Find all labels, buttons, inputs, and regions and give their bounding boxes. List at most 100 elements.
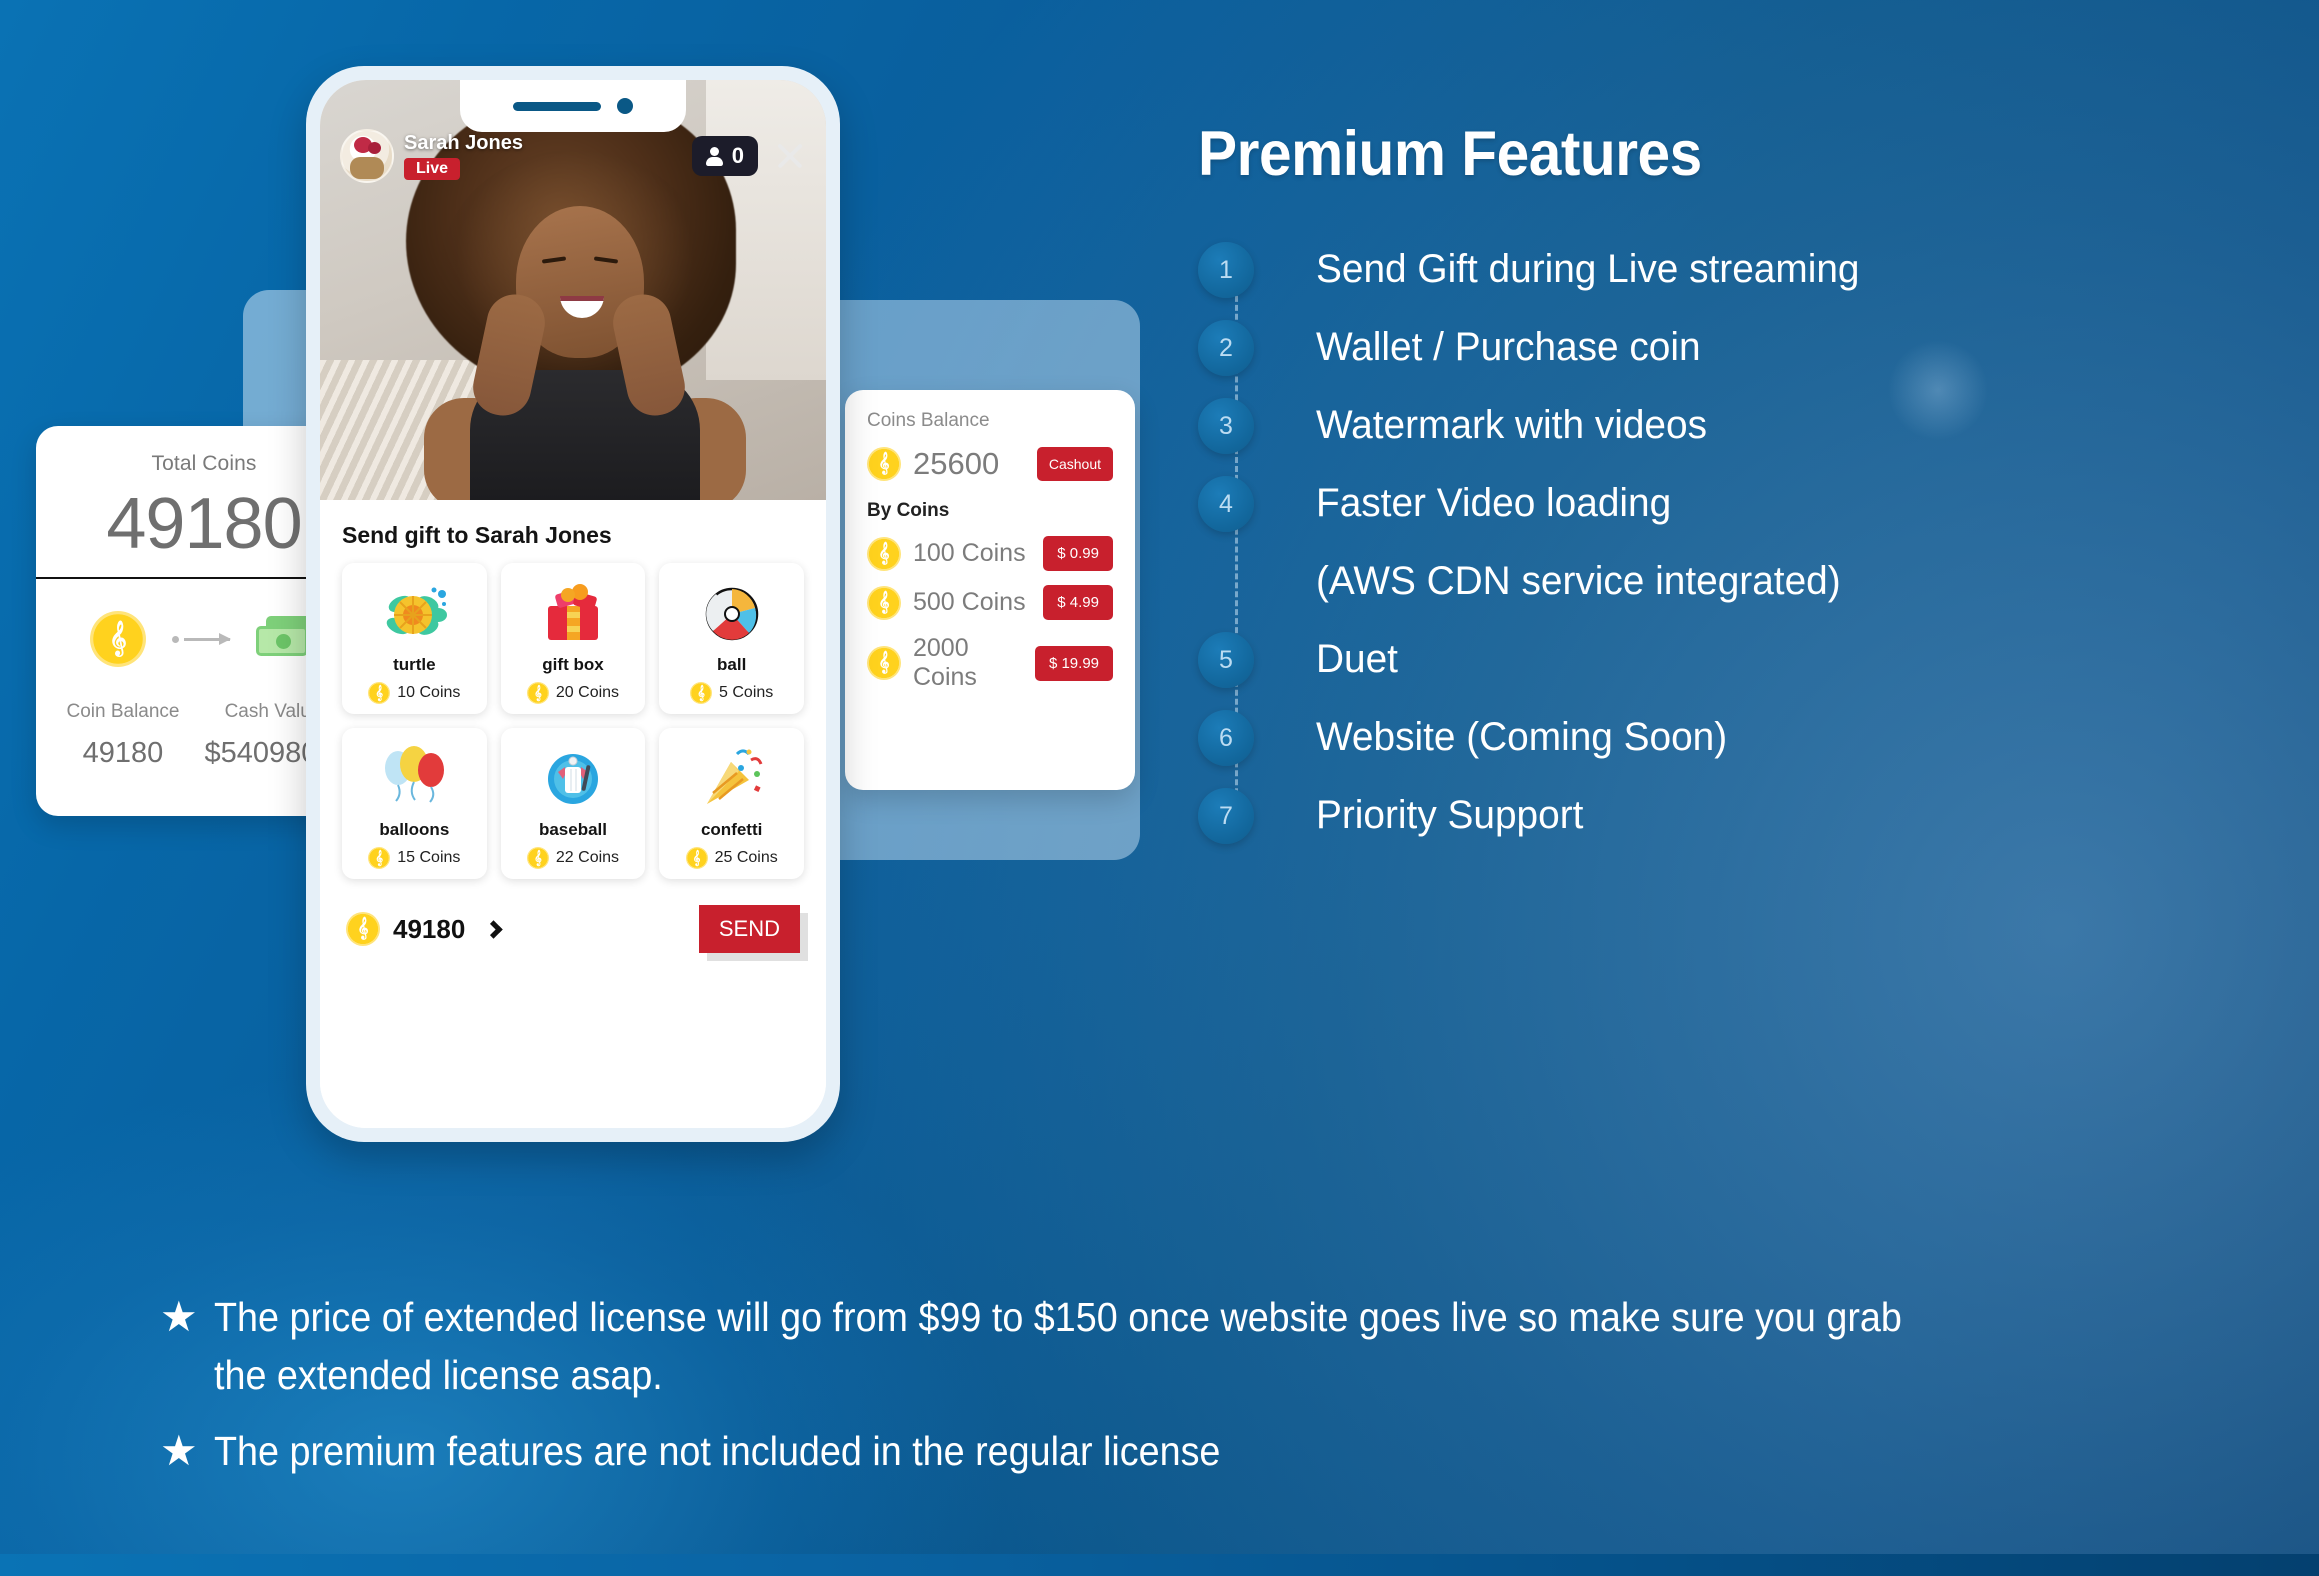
gift-card[interactable]: turtle 𝄞 10 Coins xyxy=(342,563,487,714)
feature-number-badge: 7 xyxy=(1198,788,1254,844)
coin-balance-value: 49180 xyxy=(82,737,164,769)
coin-pack-row[interactable]: 𝄞 500 Coins $ 4.99 xyxy=(867,585,1113,620)
gift-cost: 𝄞 10 Coins xyxy=(348,682,481,704)
star-icon: ★ xyxy=(160,1427,198,1475)
gift-cost: 𝄞 25 Coins xyxy=(665,847,798,869)
feature-item: 3 Watermark with videos xyxy=(1198,398,2278,476)
coin-pack-price-button[interactable]: $ 0.99 xyxy=(1043,536,1113,571)
coin-pack-label: 100 Coins xyxy=(913,539,1026,567)
note-item: ★ The premium features are not included … xyxy=(160,1422,2220,1480)
feature-label: (AWS CDN service integrated) xyxy=(1316,559,1841,603)
balloons-icon xyxy=(348,740,481,818)
coin-pack-price-button[interactable]: $ 4.99 xyxy=(1043,585,1113,620)
coins-balance-row: 𝄞 25600 Cashout xyxy=(867,446,1113,482)
feature-label: Wallet / Purchase coin xyxy=(1316,325,1701,369)
phone-mockup: Sarah Jones Live 0 Send gift to Sarah Jo… xyxy=(306,66,840,1142)
coin-icon: 𝄞 xyxy=(867,585,901,620)
coin-icon: 𝄞 xyxy=(867,536,901,571)
earpiece-speaker xyxy=(513,101,601,111)
feature-list: 1 Send Gift during Live streaming 2 Wall… xyxy=(1198,242,2278,866)
send-gift-title: Send gift to Sarah Jones xyxy=(342,522,612,548)
coin-pack-label: 2000 Coins xyxy=(913,634,977,691)
coin-icon: 𝄞 xyxy=(368,682,391,704)
product-mockup-stage: Total Coins 49180 𝄞 Coin Balance 49180 C… xyxy=(0,0,1160,1240)
feature-number-badge: 4 xyxy=(1198,476,1254,532)
buy-coins-section-title: By Coins xyxy=(867,500,950,521)
viewer-count: 0 xyxy=(731,143,744,168)
gift-box-icon xyxy=(507,575,640,653)
footer-notes: ★ The price of extended license will go … xyxy=(160,1288,2220,1499)
close-icon[interactable] xyxy=(774,140,806,172)
person-icon xyxy=(705,146,723,166)
feature-number-badge: 5 xyxy=(1198,632,1254,688)
gift-name: gift box xyxy=(542,655,604,674)
coin-pack-row[interactable]: 𝄞 2000 Coins $ 19.99 xyxy=(867,634,1113,692)
note-text: The price of extended license will go fr… xyxy=(214,1294,1902,1399)
live-stream-header: Sarah Jones Live 0 xyxy=(320,126,826,186)
feature-number-badge: 3 xyxy=(1198,398,1254,454)
confetti-icon xyxy=(665,740,798,818)
feature-item: 7 Priority Support xyxy=(1198,788,2278,866)
coin-icon: 𝄞 xyxy=(90,611,146,667)
gift-card[interactable]: balloons 𝄞 15 Coins xyxy=(342,728,487,879)
coin-balance-block: Coin Balance 49180 xyxy=(66,701,179,770)
gift-cost-label: 10 Coins xyxy=(397,684,461,701)
gift-card[interactable]: baseball 𝄞 22 Coins xyxy=(500,728,646,879)
live-badge: Live xyxy=(404,158,461,180)
arrow-right-icon xyxy=(172,632,231,645)
feature-label: Send Gift during Live streaming xyxy=(1316,247,1860,291)
premium-features-section: Premium Features 1 Send Gift during Live… xyxy=(1198,118,2278,866)
feature-label: Faster Video loading xyxy=(1316,481,1672,525)
beach-ball-icon xyxy=(665,575,798,653)
feature-number-badge: 6 xyxy=(1198,710,1254,766)
cashout-button[interactable]: Cashout xyxy=(1036,447,1113,481)
page-title: Premium Features xyxy=(1198,119,1702,189)
coin-pack-label: 500 Coins xyxy=(913,588,1026,616)
coin-pack-price-button[interactable]: $ 19.99 xyxy=(1034,645,1113,681)
gift-panel-footer: 𝄞 49180 SEND xyxy=(342,905,804,953)
coins-balance-title: Coins Balance xyxy=(867,410,990,431)
feature-item-subnote: (AWS CDN service integrated) xyxy=(1198,554,2278,632)
feature-label: Priority Support xyxy=(1316,793,1584,837)
gift-cost-label: 5 Coins xyxy=(719,684,774,701)
front-camera xyxy=(617,98,633,114)
gift-card[interactable]: gift box 𝄞 20 Coins xyxy=(500,563,646,714)
feature-number-badge: 2 xyxy=(1198,320,1254,376)
send-button[interactable]: SEND xyxy=(698,905,800,953)
phone-notch xyxy=(460,80,686,132)
user-coin-balance: 49180 xyxy=(393,913,466,944)
coin-icon: 𝄞 xyxy=(867,646,901,680)
gift-card[interactable]: ball 𝄞 5 Coins xyxy=(659,563,804,714)
gift-cost: 𝄞 5 Coins xyxy=(665,682,798,704)
feature-item: 4 Faster Video loading xyxy=(1198,476,2278,554)
gift-cost-label: 15 Coins xyxy=(397,849,461,866)
gift-card[interactable]: confetti 𝄞 25 Coins xyxy=(659,728,804,879)
background-bottom-strip xyxy=(0,1554,2319,1576)
note-item: ★ The price of extended license will go … xyxy=(160,1288,2220,1404)
coin-pack-row[interactable]: 𝄞 100 Coins $ 0.99 xyxy=(867,536,1113,571)
feature-item: 1 Send Gift during Live streaming xyxy=(1198,242,2278,320)
coins-balance-card: Coins Balance 𝄞 25600 Cashout By Coins 𝄞… xyxy=(845,390,1135,790)
feature-label: Watermark with videos xyxy=(1316,403,1707,447)
gift-name: turtle xyxy=(393,655,436,674)
gift-cost: 𝄞 22 Coins xyxy=(507,847,640,869)
baseball-icon xyxy=(507,740,640,818)
send-gift-panel: Send gift to Sarah Jones turtle 𝄞 10 Coi… xyxy=(320,500,826,1128)
feature-item: 6 Website (Coming Soon) xyxy=(1198,710,2278,788)
gift-cost-label: 25 Coins xyxy=(714,849,778,866)
coin-icon: 𝄞 xyxy=(526,682,549,704)
feature-item: 5 Duet xyxy=(1198,632,2278,710)
coin-icon: 𝄞 xyxy=(690,682,713,704)
streamer-name: Sarah Jones xyxy=(404,132,523,154)
streamer-name-block: Sarah Jones Live xyxy=(404,132,523,180)
gift-grid: turtle 𝄞 10 Coins gift box 𝄞 20 Coins ba… xyxy=(342,563,804,879)
gift-cost: 𝄞 15 Coins xyxy=(348,847,481,869)
avatar[interactable] xyxy=(340,129,394,183)
chevron-right-icon[interactable] xyxy=(484,919,504,939)
coin-balance-label: Coin Balance xyxy=(66,701,180,722)
gift-cost-label: 20 Coins xyxy=(555,684,620,701)
feature-label: Duet xyxy=(1316,637,1398,681)
gift-name: baseball xyxy=(538,820,608,839)
gift-cost-label: 22 Coins xyxy=(555,849,620,866)
coin-icon: 𝄞 xyxy=(685,847,708,869)
